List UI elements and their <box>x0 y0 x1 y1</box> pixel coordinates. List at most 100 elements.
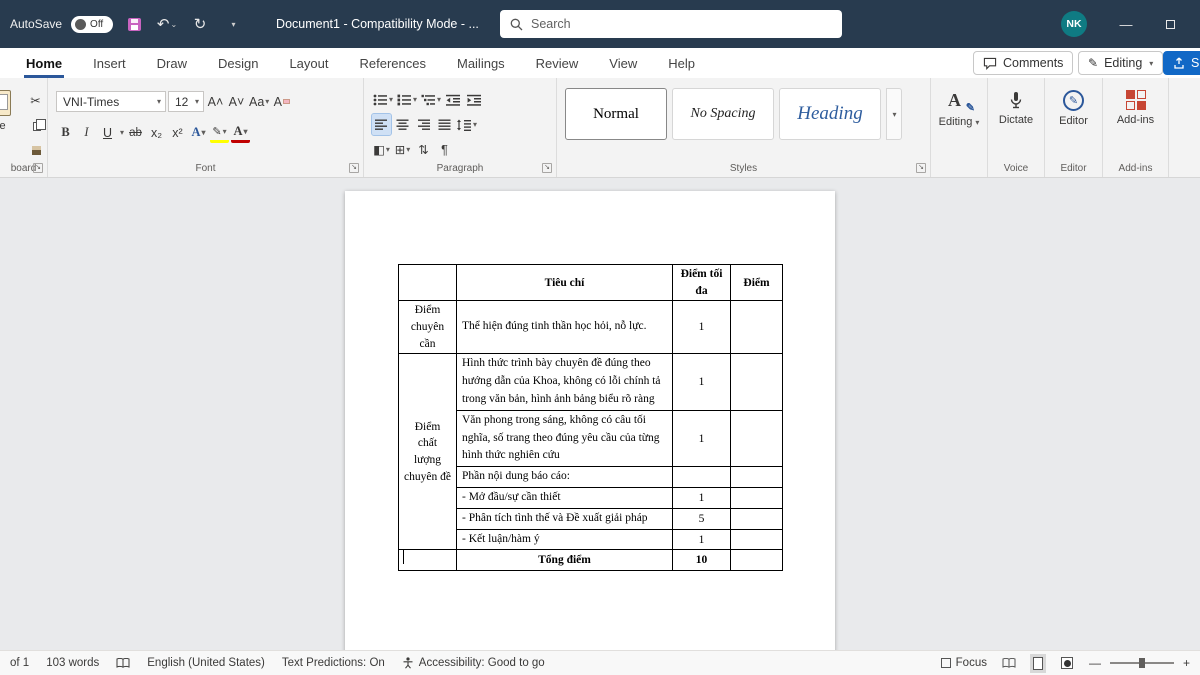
tab-insert[interactable]: Insert <box>91 48 128 78</box>
bold-button[interactable]: B <box>56 122 75 143</box>
criteria-cell[interactable]: Hình thức trình bày chuyên đề đúng theo … <box>457 354 673 410</box>
paste-button[interactable]: te <box>0 90 16 142</box>
minimize-button[interactable]: — <box>1104 0 1148 48</box>
editor-button[interactable]: ✎ Editor <box>1045 78 1102 127</box>
tab-draw[interactable]: Draw <box>155 48 189 78</box>
tab-home[interactable]: Home <box>24 48 64 78</box>
dictate-button[interactable]: Dictate <box>988 78 1044 126</box>
chevron-down-icon[interactable]: ▾ <box>120 128 124 137</box>
highlight-button[interactable]: ✎▾ <box>210 122 229 143</box>
max-score-cell[interactable]: 1 <box>673 301 731 354</box>
line-spacing-button[interactable]: ▾ <box>456 114 478 135</box>
score-cell[interactable] <box>731 301 783 354</box>
focus-button[interactable]: Focus <box>941 657 987 669</box>
decrease-indent-button[interactable] <box>444 89 463 110</box>
autosave-toggle[interactable]: Off <box>71 16 113 33</box>
max-score-cell[interactable]: 5 <box>673 508 731 529</box>
criteria-cell[interactable]: Thể hiện đúng tinh thần học hỏi, nỗ lực. <box>457 301 673 354</box>
strikethrough-button[interactable]: ab <box>126 122 145 143</box>
search-input[interactable]: Search <box>500 10 842 38</box>
page-indicator[interactable]: of 1 <box>10 657 29 669</box>
font-size-select[interactable]: 12 ▾ <box>168 91 204 112</box>
style-heading[interactable]: Heading <box>779 88 881 140</box>
clear-formatting-button[interactable]: A <box>272 91 291 112</box>
save-button[interactable] <box>122 10 146 38</box>
criteria-cell[interactable]: Phần nội dung báo cáo: <box>457 467 673 488</box>
editing-button[interactable]: A✎ Editing▾ <box>931 78 987 128</box>
tab-view[interactable]: View <box>607 48 639 78</box>
avatar[interactable]: NK <box>1061 11 1087 37</box>
score-cell[interactable] <box>731 467 783 488</box>
styles-gallery-more-button[interactable]: ▾ <box>886 88 902 140</box>
total-value-cell[interactable]: 10 <box>673 550 731 571</box>
align-center-button[interactable] <box>393 114 412 135</box>
table-cell[interactable] <box>399 265 457 301</box>
text-effects-button[interactable]: A▾ <box>189 122 208 143</box>
header-diem[interactable]: Điểm <box>731 265 783 301</box>
multilevel-list-button[interactable]: ▾ <box>420 89 442 110</box>
tab-layout[interactable]: Layout <box>287 48 330 78</box>
document-page[interactable]: Tiêu chí Điểm tối đa Điểm Điểm chuyên cầ… <box>345 191 835 650</box>
criteria-cell[interactable]: - Mở đầu/sự cần thiết <box>457 488 673 509</box>
total-label-cell[interactable]: Tổng điểm <box>457 550 673 571</box>
proofing-button[interactable] <box>116 658 130 669</box>
zoom-in-button[interactable]: + <box>1183 656 1190 670</box>
score-cell[interactable] <box>731 488 783 509</box>
print-layout-button[interactable] <box>1031 656 1045 670</box>
cut-button[interactable]: ✂ <box>26 90 45 111</box>
shrink-font-button[interactable]: A˅ <box>227 91 246 112</box>
score-cell[interactable] <box>731 508 783 529</box>
score-cell[interactable] <box>731 550 783 571</box>
editing-mode-button[interactable]: ✎ Editing ▾ <box>1078 51 1163 75</box>
bullets-button[interactable]: ▾ <box>372 89 394 110</box>
max-score-cell[interactable]: 1 <box>673 354 731 410</box>
tab-review[interactable]: Review <box>534 48 581 78</box>
align-right-button[interactable] <box>414 114 433 135</box>
italic-button[interactable]: I <box>77 122 96 143</box>
share-button[interactable]: Sha <box>1163 51 1200 75</box>
criteria-cell[interactable]: Văn phong trong sáng, không có câu tối n… <box>457 410 673 466</box>
header-diem-toi-da[interactable]: Điểm tối đa <box>673 265 731 301</box>
table-cell[interactable] <box>399 550 457 571</box>
superscript-button[interactable]: x² <box>168 122 187 143</box>
tab-mailings[interactable]: Mailings <box>455 48 507 78</box>
header-tieu-chi[interactable]: Tiêu chí <box>457 265 673 301</box>
score-cell[interactable] <box>731 354 783 410</box>
copy-button[interactable] <box>26 115 45 136</box>
document-canvas[interactable]: Tiêu chí Điểm tối đa Điểm Điểm chuyên cầ… <box>0 178 1200 650</box>
tab-help[interactable]: Help <box>666 48 697 78</box>
criteria-cell[interactable]: - Kết luận/hàm ý <box>457 529 673 550</box>
borders-button[interactable]: ⊞▾ <box>393 139 412 160</box>
format-painter-button[interactable] <box>26 140 45 161</box>
quick-access-more-button[interactable]: ▾ <box>221 10 245 38</box>
zoom-out-button[interactable]: — <box>1089 656 1101 670</box>
score-cell[interactable] <box>731 410 783 466</box>
style-normal[interactable]: Normal <box>565 88 667 140</box>
word-count[interactable]: 103 words <box>46 657 99 669</box>
criteria-cell[interactable]: - Phân tích tình thế và Đề xuất giải phá… <box>457 508 673 529</box>
clipboard-dialog-launcher[interactable]: ↘ <box>33 163 43 173</box>
subscript-button[interactable]: x₂ <box>147 122 166 143</box>
tab-design[interactable]: Design <box>216 48 260 78</box>
tab-references[interactable]: References <box>358 48 428 78</box>
justify-button[interactable] <box>435 114 454 135</box>
change-case-button[interactable]: Aa▾ <box>248 91 270 112</box>
undo-button[interactable]: ↶ ⌄ <box>155 10 179 38</box>
max-score-cell[interactable]: 1 <box>673 410 731 466</box>
restore-button[interactable] <box>1148 0 1192 48</box>
style-no-spacing[interactable]: No Spacing <box>672 88 774 140</box>
comments-button[interactable]: Comments <box>973 51 1073 75</box>
font-name-select[interactable]: VNI-Times ▾ <box>56 91 166 112</box>
font-color-button[interactable]: A▾ <box>231 122 250 143</box>
accessibility-status[interactable]: Accessibility: Good to go <box>402 657 545 669</box>
font-dialog-launcher[interactable]: ↘ <box>349 163 359 173</box>
max-score-cell[interactable]: 1 <box>673 488 731 509</box>
paragraph-dialog-launcher[interactable]: ↘ <box>542 163 552 173</box>
sort-button[interactable]: ⇅ <box>414 139 433 160</box>
web-layout-button[interactable] <box>1060 656 1074 670</box>
group-label-cell[interactable]: Điểm chuyên cần <box>399 301 457 354</box>
show-hide-marks-button[interactable]: ¶ <box>435 139 454 160</box>
align-left-button[interactable] <box>372 114 391 135</box>
score-cell[interactable] <box>731 529 783 550</box>
group-label-cell[interactable]: Điểm chất lượng chuyên đề <box>399 354 457 550</box>
